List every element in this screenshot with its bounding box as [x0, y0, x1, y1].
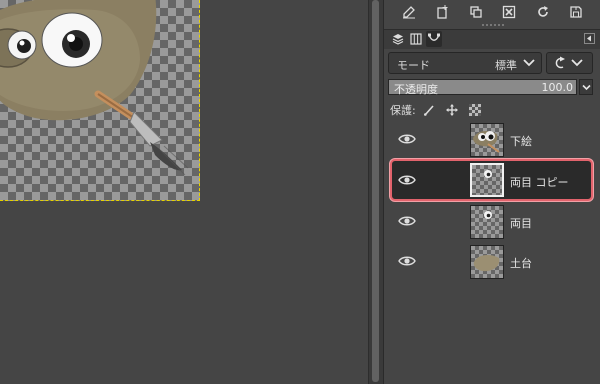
eye-icon[interactable] — [398, 133, 416, 145]
edit-icon[interactable] — [401, 4, 417, 20]
eye-icon[interactable] — [398, 215, 416, 227]
clear-icon[interactable] — [501, 4, 517, 20]
eye-dot-thumb — [470, 205, 504, 239]
layer-name: 下絵 — [510, 135, 532, 148]
canvas-area[interactable] — [0, 0, 368, 384]
layer-mode-select[interactable]: モード 標準 — [388, 52, 542, 74]
eye-dot-thumb-art — [484, 211, 492, 219]
duplicate-icon[interactable] — [468, 4, 484, 20]
opacity-spin-button[interactable] — [579, 79, 593, 95]
composite-mode-select[interactable] — [546, 52, 593, 74]
lock-pixels-icon[interactable] — [422, 103, 436, 117]
layer-row[interactable]: 両目 — [390, 203, 595, 241]
image-canvas[interactable] — [0, 0, 200, 201]
drag-handle[interactable] — [482, 24, 504, 28]
layers-dock: モード 標準 不透明度 100.0 保護: 下絵 両目 コピー 両目 土台 — [383, 0, 600, 384]
layer-list: 下絵 両目 コピー 両目 土台 — [384, 121, 600, 384]
scrollbar-thumb[interactable] — [372, 0, 379, 382]
opacity-row: 不透明度 100.0 — [388, 79, 597, 96]
layer-row[interactable]: 土台 — [390, 243, 595, 281]
wilber-thumb-art — [473, 130, 500, 153]
composite-icon — [555, 56, 583, 69]
mode-label: モード — [397, 59, 430, 72]
dock-toolbar — [384, 0, 600, 24]
layers-icon[interactable] — [390, 31, 406, 47]
wilber-artwork — [0, 0, 189, 176]
save-icon[interactable] — [568, 4, 584, 20]
lock-alpha-icon[interactable] — [468, 103, 482, 117]
canvas-vertical-scrollbar[interactable] — [368, 0, 383, 384]
layer-name: 両目 コピー — [510, 176, 569, 189]
layer-name: 両目 — [510, 217, 532, 230]
wilber-thumb — [470, 123, 504, 157]
base-thumb-art — [473, 254, 500, 272]
opacity-slider[interactable]: 不透明度 100.0 — [388, 79, 577, 96]
eye-icon[interactable] — [398, 174, 416, 186]
opacity-label: 不透明度 — [394, 83, 438, 96]
layer-name: 土台 — [510, 257, 532, 270]
base-thumb — [470, 245, 504, 279]
lock-position-icon[interactable] — [445, 103, 459, 117]
layer-mode-row: モード 標準 — [388, 52, 597, 76]
dock-tab-bar — [384, 29, 600, 49]
layer-row[interactable]: 下絵 — [390, 121, 595, 159]
chevron-down-icon — [523, 58, 535, 71]
eye-dot-thumb-art — [484, 170, 492, 178]
mode-value: 標準 — [495, 59, 517, 72]
tab-menu-arrow-icon[interactable] — [584, 33, 595, 44]
eye-dot-thumb — [470, 163, 504, 197]
eye-icon[interactable] — [398, 255, 416, 267]
channels-icon[interactable] — [408, 31, 424, 47]
lock-label: 保護: — [390, 104, 416, 117]
new-document-icon[interactable] — [434, 4, 450, 20]
opacity-value: 100.0 — [541, 81, 574, 94]
layer-row-selected[interactable]: 両目 コピー — [390, 159, 593, 201]
refresh-icon[interactable] — [535, 4, 551, 20]
paths-icon[interactable] — [426, 31, 442, 47]
lock-row: 保護: — [390, 101, 595, 119]
